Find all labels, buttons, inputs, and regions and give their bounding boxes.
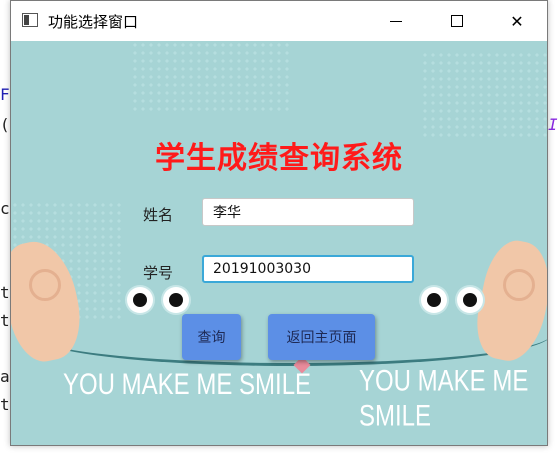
eye-illustration [457,287,483,313]
maximize-icon [451,15,463,27]
minimize-button[interactable] [366,1,426,41]
eye-illustration [127,287,153,313]
name-label: 姓名 [143,206,174,224]
close-button[interactable]: ✕ [487,1,547,41]
window-title: 功能选择窗口 [48,13,139,31]
background-code-fragment: I [548,115,558,134]
eye-illustration [163,287,189,313]
eye-illustration [421,287,447,313]
back-to-main-button[interactable]: 返回主页面 [268,314,375,360]
background-texture [421,51,547,141]
app-window-icon [22,13,38,27]
student-id-field[interactable] [202,255,414,283]
page-title: 学生成绩查询系统 [155,141,403,176]
close-icon: ✕ [510,11,524,31]
name-field[interactable] [202,198,414,226]
background-texture [131,41,291,111]
student-id-label: 学号 [143,264,174,282]
title-bar[interactable]: 功能选择窗口 ✕ [11,1,547,41]
ok-hand-illustration [503,269,535,301]
minimize-icon [390,20,402,22]
maximize-button[interactable] [427,1,487,41]
background-slogan: YOU MAKE ME SMILE [359,364,529,433]
query-button[interactable]: 查询 [182,314,241,360]
function-select-window: 功能选择窗口 ✕ YOU MAKE ME SMILE YOU MAKE ME S… [10,0,548,446]
content-area: YOU MAKE ME SMILE YOU MAKE ME SMILE 学生成绩… [11,41,547,445]
background-slogan: YOU MAKE ME SMILE [63,367,312,402]
ok-hand-illustration [29,269,61,301]
